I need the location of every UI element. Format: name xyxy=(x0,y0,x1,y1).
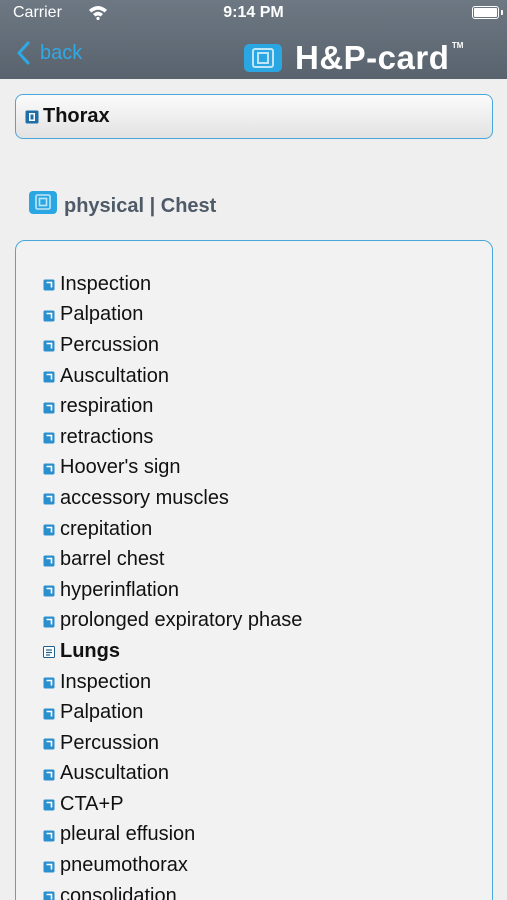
link-arrow-icon xyxy=(43,370,55,383)
list-item-label: Inspection xyxy=(60,670,152,693)
list-item-label: Auscultation xyxy=(60,762,169,785)
back-button[interactable]: back xyxy=(14,38,82,68)
list-item-label: Auscultation xyxy=(60,364,169,387)
app-logo: H&P-card TM xyxy=(243,39,463,76)
list-item[interactable]: Auscultation xyxy=(43,361,483,392)
topic-list-panel: Inspection Palpation Percussion Auscultatio… xyxy=(15,240,493,900)
list-heading[interactable]: Lungs xyxy=(43,636,483,667)
list-item-label: pneumothorax xyxy=(60,854,188,877)
list-item[interactable]: respiration xyxy=(43,391,483,422)
list-item[interactable]: crepitation xyxy=(43,514,483,545)
clock-time: 9:14 PM xyxy=(223,4,284,21)
link-arrow-icon xyxy=(43,401,55,414)
list-item[interactable]: barrel chest xyxy=(43,544,483,575)
link-arrow-icon xyxy=(43,462,55,475)
list-item-label: Palpation xyxy=(60,701,144,724)
topic-list: Inspection Palpation Percussion Auscultatio… xyxy=(43,269,483,900)
list-item[interactable]: pleural effusion xyxy=(43,820,483,851)
list-item-label: Percussion xyxy=(60,333,159,356)
list-item[interactable]: Auscultation xyxy=(43,759,483,790)
link-arrow-icon xyxy=(43,737,55,750)
list-item-label: accessory muscles xyxy=(60,486,229,509)
link-arrow-icon xyxy=(43,890,55,900)
link-arrow-icon xyxy=(43,676,55,689)
subheading-text: physical | Chest xyxy=(64,195,217,217)
battery-icon xyxy=(472,6,503,19)
card-logo-icon xyxy=(243,43,283,73)
list-item-label: prolonged expiratory phase xyxy=(60,609,303,632)
list-item[interactable]: accessory muscles xyxy=(43,483,483,514)
list-item[interactable]: Percussion xyxy=(43,728,483,759)
list-item-label: Percussion xyxy=(60,731,159,754)
link-arrow-icon xyxy=(43,860,55,873)
link-arrow-icon xyxy=(43,798,55,811)
card-icon xyxy=(28,190,58,216)
list-item[interactable]: prolonged expiratory phase xyxy=(43,606,483,637)
list-item[interactable]: Percussion xyxy=(43,330,483,361)
section-title: Thorax xyxy=(43,105,110,127)
navigation-header: Carrier 9:14 PM back H&P-card TM xyxy=(0,0,507,79)
list-item-label: CTA+P xyxy=(60,792,124,815)
link-arrow-icon xyxy=(43,523,55,536)
list-item[interactable]: pneumothorax xyxy=(43,850,483,881)
list-item[interactable]: Palpation xyxy=(43,300,483,331)
link-arrow-icon xyxy=(43,309,55,322)
list-item-label: retractions xyxy=(60,425,154,448)
list-item[interactable]: Hoover's sign xyxy=(43,453,483,484)
app-title: H&P-card xyxy=(295,39,450,76)
link-arrow-icon xyxy=(43,584,55,597)
link-arrow-icon xyxy=(43,554,55,567)
section-selector[interactable]: Thorax xyxy=(15,94,493,139)
list-item-label: Hoover's sign xyxy=(60,456,181,479)
link-arrow-icon xyxy=(43,707,55,720)
link-arrow-icon xyxy=(43,829,55,842)
list-item-label: barrel chest xyxy=(60,548,165,571)
link-arrow-icon xyxy=(43,492,55,505)
list-item-label: respiration xyxy=(60,395,154,418)
chevron-left-icon xyxy=(14,38,36,68)
list-item-label: hyperinflation xyxy=(60,578,179,601)
subheading: physical | Chest xyxy=(28,187,216,218)
list-item-label: crepitation xyxy=(60,517,153,540)
list-item[interactable]: Inspection xyxy=(43,667,483,698)
list-item-label: Palpation xyxy=(60,303,144,326)
list-item[interactable]: retractions xyxy=(43,422,483,453)
section-square-icon xyxy=(25,110,39,124)
link-arrow-icon xyxy=(43,278,55,291)
link-arrow-icon xyxy=(43,615,55,628)
list-item[interactable]: consolidation xyxy=(43,881,483,900)
trademark-mark: TM xyxy=(451,41,464,50)
list-item-label: pleural effusion xyxy=(60,823,196,846)
list-item-label: Lungs xyxy=(60,639,120,662)
list-item-label: Inspection xyxy=(60,272,152,295)
list-item[interactable]: CTA+P xyxy=(43,789,483,820)
list-item[interactable]: Palpation xyxy=(43,697,483,728)
list-item[interactable]: hyperinflation xyxy=(43,575,483,606)
list-item[interactable]: Inspection xyxy=(43,269,483,300)
back-label: back xyxy=(40,41,83,64)
link-arrow-icon xyxy=(43,431,55,444)
link-arrow-icon xyxy=(43,768,55,781)
document-icon xyxy=(43,645,55,659)
link-arrow-icon xyxy=(43,339,55,352)
list-item-label: consolidation xyxy=(60,884,177,900)
status-bar: Carrier 9:14 PM xyxy=(0,0,507,26)
